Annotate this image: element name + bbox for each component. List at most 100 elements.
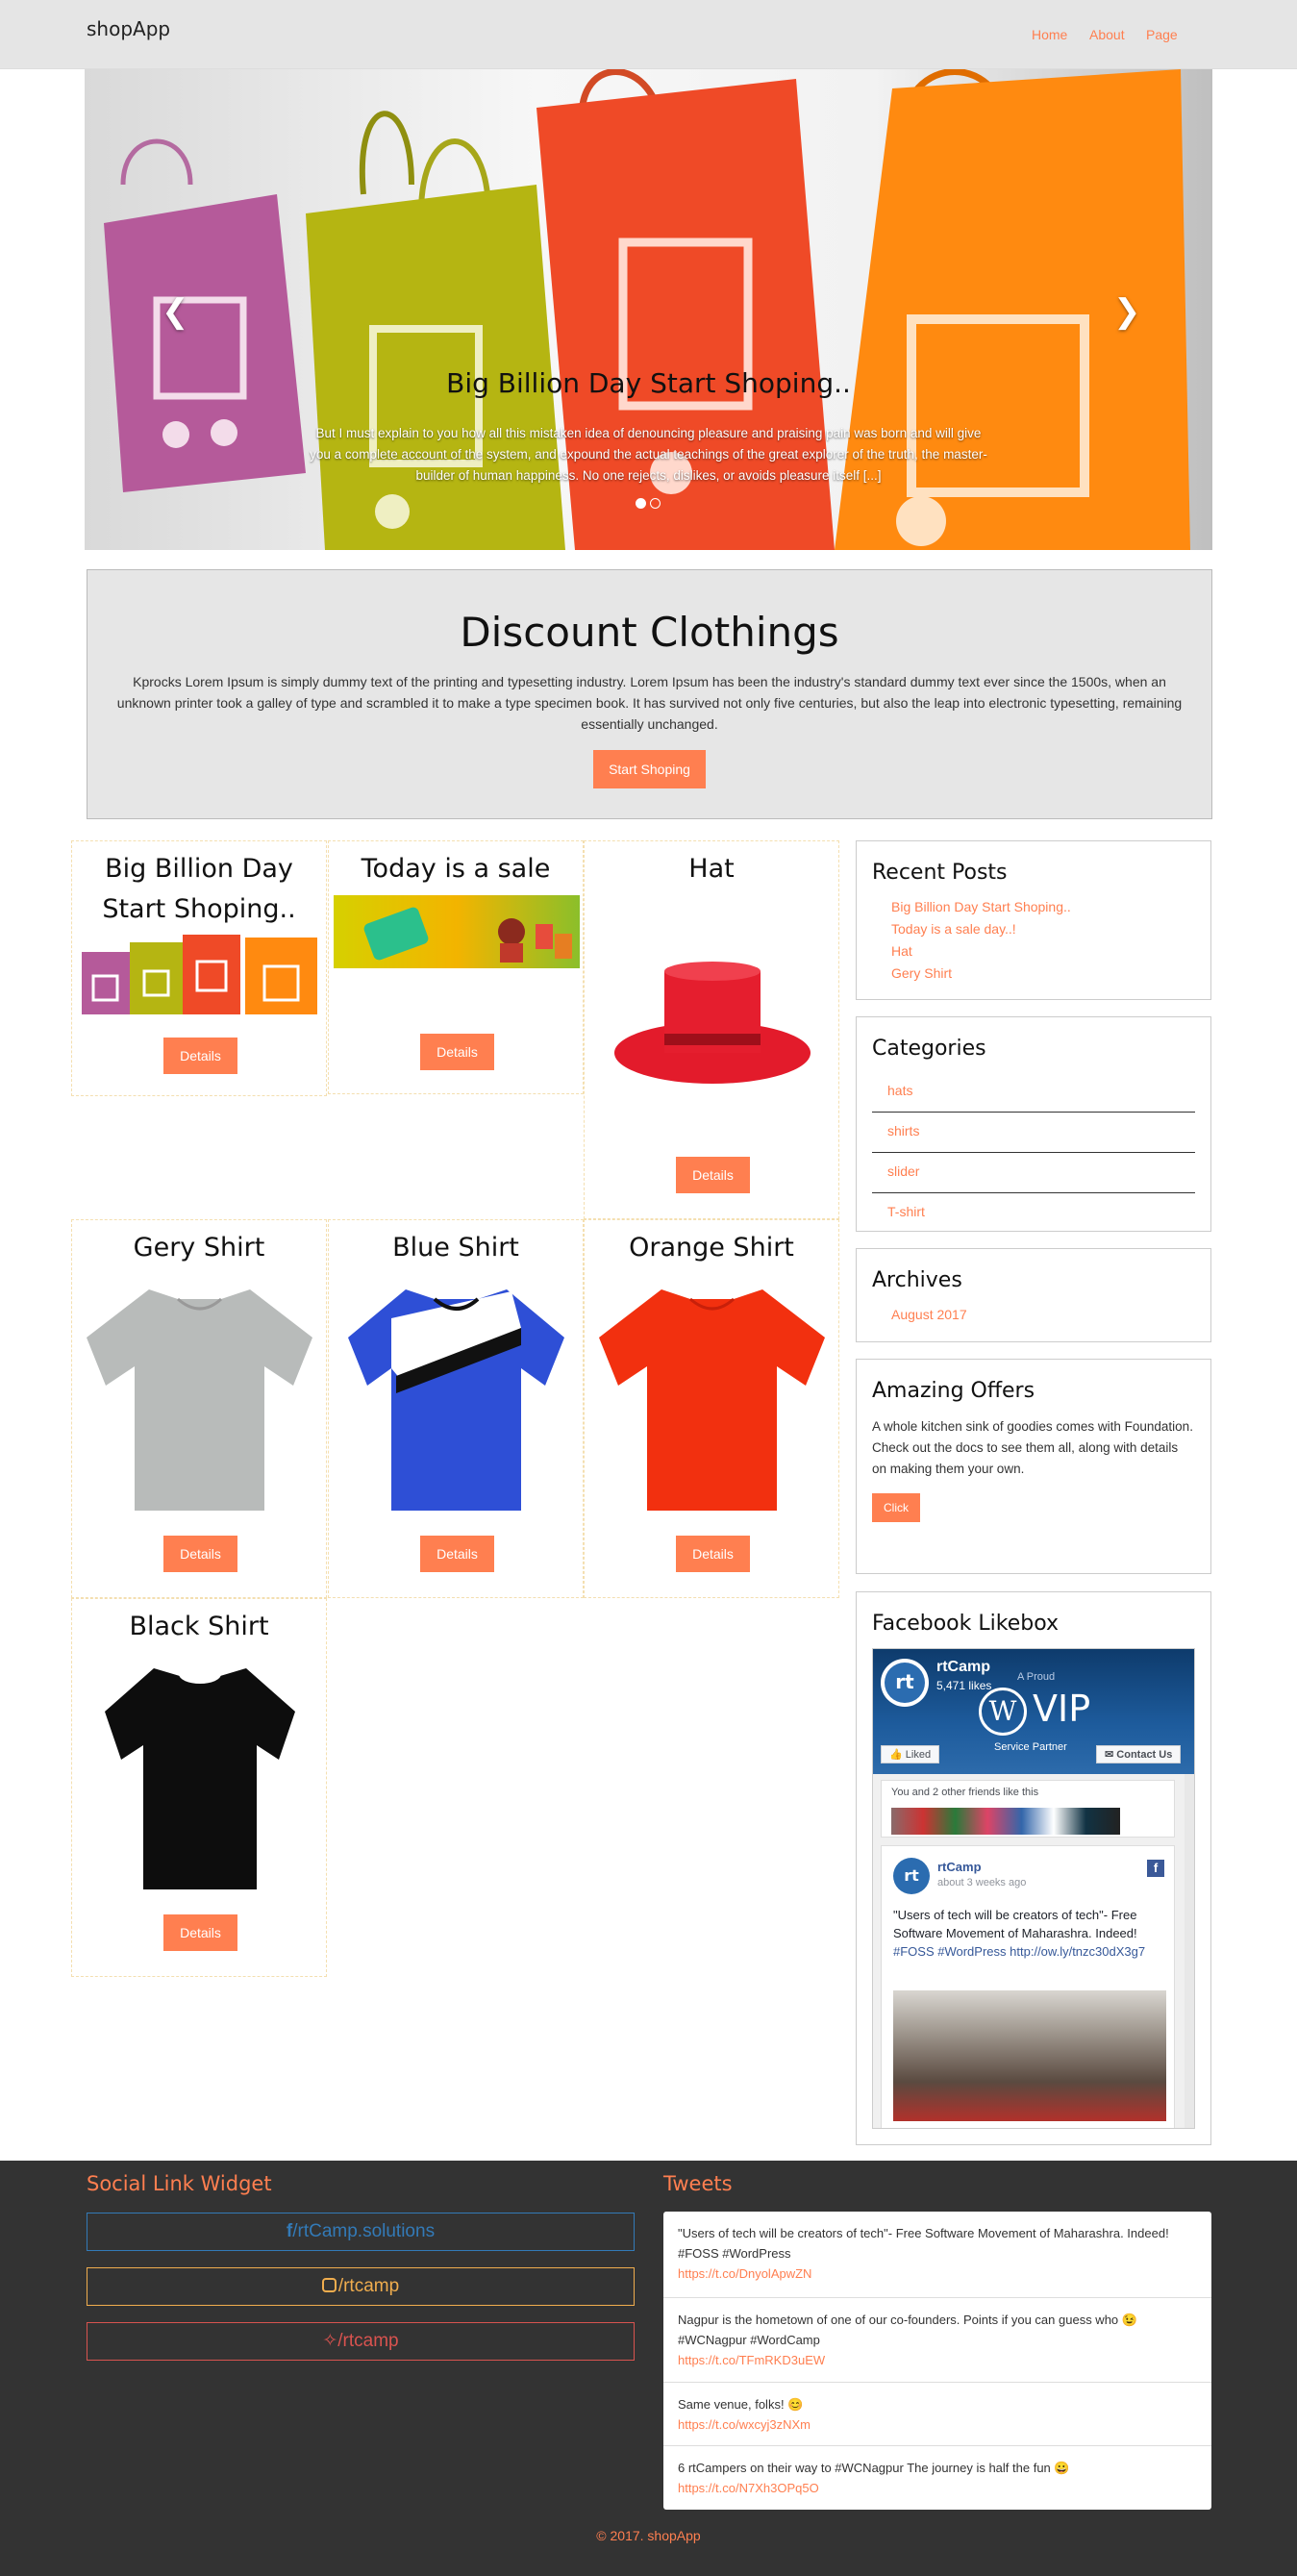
product-image: [105, 1664, 295, 1889]
post-text: "Users of tech will be creators of tech"…: [893, 1908, 1146, 1959]
category-link[interactable]: slider: [872, 1153, 1195, 1193]
widget-title: Recent Posts: [872, 861, 1008, 885]
product-title: Black Shirt: [129, 1612, 269, 1641]
hero-carousel: ❮ ❯ Big Billion Day Start Shoping.. But …: [85, 69, 1212, 550]
carousel-caption-text: But I must explain to you how all this m…: [310, 426, 987, 483]
details-button[interactable]: Details: [163, 1038, 237, 1074]
chevron-right-icon[interactable]: ❯: [1113, 292, 1141, 331]
product-image: [82, 935, 317, 1014]
tweet-text: Nagpur is the hometown of one of our co-…: [678, 2313, 1137, 2347]
recent-post-link[interactable]: Big Billion Day Start Shoping..: [891, 896, 1195, 918]
facebook-post: rt rtCamp about 3 weeks ago f "Users of …: [881, 1845, 1175, 2128]
tweet-item: 6 rtCampers on their way to #WCNagpur Th…: [663, 2446, 1211, 2510]
product-image: [87, 1289, 312, 1511]
liked-button[interactable]: 👍 Liked: [881, 1745, 940, 1763]
product-card: Today is a sale day..! Details: [328, 840, 584, 1094]
category-link[interactable]: shirts: [872, 1113, 1195, 1153]
category-link[interactable]: hats: [872, 1072, 1195, 1113]
feed-scrollbar[interactable]: [1185, 1774, 1194, 2128]
details-button[interactable]: Details: [676, 1157, 750, 1193]
facebook-likes: 5,471 likes: [936, 1679, 992, 1692]
nav-page[interactable]: Page: [1146, 27, 1178, 42]
post-time[interactable]: about 3 weeks ago: [937, 1877, 1026, 1888]
twitter-social-link[interactable]: ✧/rtcamp: [87, 2322, 635, 2361]
product-card: Orange Shirt Details: [584, 1219, 839, 1598]
cover-big-text: VIP: [1033, 1688, 1091, 1730]
tweet-item: Same venue, folks! 😊 https://t.co/wxcyj3…: [663, 2383, 1211, 2446]
tweet-link[interactable]: https://t.co/DnyolApwZN: [678, 2263, 1197, 2284]
tweet-link[interactable]: https://t.co/wxcyj3zNXm: [678, 2414, 1197, 2435]
chevron-left-icon[interactable]: ❮: [162, 292, 189, 331]
copyright: © 2017. shopApp: [596, 2528, 701, 2543]
facebook-icon: f: [1147, 1860, 1164, 1877]
social-widget-title: Social Link Widget: [87, 2172, 272, 2195]
product-image: [334, 895, 580, 968]
navbar: shopApp Home About Page: [0, 0, 1297, 69]
facebook-feed[interactable]: You and 2 other friends like this rt rtC…: [873, 1774, 1194, 2128]
product-title: Hat: [688, 854, 735, 884]
product-card: Big Billion Day Start Shoping.. Details: [71, 840, 327, 1096]
product-card: Hat Details: [584, 840, 839, 1219]
tweet-text: Same venue, folks! 😊: [678, 2397, 804, 2412]
post-author[interactable]: rtCamp: [937, 1860, 982, 1874]
details-button[interactable]: Details: [163, 1914, 237, 1951]
details-button[interactable]: Details: [420, 1536, 494, 1572]
nav-about[interactable]: About: [1089, 27, 1125, 42]
facebook-page-name[interactable]: rtCamp: [936, 1659, 990, 1676]
click-button[interactable]: Click: [872, 1493, 920, 1522]
details-button[interactable]: Details: [676, 1536, 750, 1572]
recent-post-link[interactable]: Hat: [891, 940, 1195, 963]
brand-logo[interactable]: shopApp: [87, 17, 170, 40]
archive-link[interactable]: August 2017: [891, 1304, 1195, 1326]
tweet-text: "Users of tech will be creators of tech"…: [678, 2226, 1169, 2261]
wordpress-logo-icon: W: [979, 1688, 1027, 1736]
tweet-text: 6 rtCampers on their way to #WCNagpur Th…: [678, 2461, 1070, 2475]
product-image: [348, 1289, 564, 1511]
details-button[interactable]: Details: [420, 1034, 494, 1070]
facebook-embed: rt rtCamp 5,471 likes A Proud W VIP Serv…: [872, 1648, 1195, 2129]
instagram-social-link[interactable]: /rtcamp: [87, 2267, 635, 2306]
widget-title: Archives: [872, 1268, 962, 1292]
tweet-item: "Users of tech will be creators of tech"…: [663, 2212, 1211, 2298]
tweets-title: Tweets: [663, 2172, 733, 2195]
product-image: [614, 962, 811, 1084]
post-image: [893, 1990, 1166, 2121]
friends-like-text: You and 2 other friends like this: [891, 1787, 1039, 1798]
start-shopping-button[interactable]: Start Shoping: [593, 750, 706, 788]
contact-us-button[interactable]: ✉ Contact Us: [1096, 1745, 1182, 1763]
tweet-link[interactable]: https://t.co/N7Xh3OPq5O: [678, 2478, 1197, 2498]
product-title: Blue Shirt: [392, 1233, 519, 1263]
cover-sub-text: Service Partner: [994, 1741, 1067, 1753]
product-title: Big Billion Day Start Shoping..: [102, 854, 296, 924]
product-title: Gery Shirt: [133, 1233, 265, 1263]
facebook-social-link[interactable]: f/rtCamp.solutions: [87, 2213, 635, 2251]
category-link[interactable]: T-shirt: [872, 1193, 1195, 1233]
categories-widget: Categories hats shirts slider T-shirt: [856, 1016, 1211, 1232]
details-button[interactable]: Details: [163, 1536, 237, 1572]
rtcamp-logo-icon: rt: [881, 1659, 929, 1707]
nav-home[interactable]: Home: [1032, 27, 1067, 42]
twitter-icon: ✧: [322, 2331, 338, 2351]
amazing-offers-widget: Amazing Offers A whole kitchen sink of g…: [856, 1359, 1211, 1574]
jumbotron-text: Kprocks Lorem Ipsum is simply dummy text…: [116, 674, 1183, 732]
tweets-list: "Users of tech will be creators of tech"…: [663, 2212, 1211, 2510]
friend-avatars: [891, 1808, 1120, 1835]
product-card: Black Shirt Details: [71, 1598, 327, 1977]
product-title: Orange Shirt: [629, 1233, 794, 1263]
tweet-link[interactable]: https://t.co/TFmRKD3uEW: [678, 2350, 1197, 2370]
cover-small-text: A Proud: [1017, 1671, 1056, 1683]
product-image: [599, 1289, 825, 1511]
product-card: Blue Shirt Details: [328, 1219, 584, 1598]
footer: Social Link Widget f/rtCamp.solutions /r…: [0, 2161, 1297, 2576]
carousel-caption-title: Big Billion Day Start Shoping..: [446, 367, 851, 399]
product-card: Gery Shirt Details: [71, 1219, 327, 1598]
widget-title: Amazing Offers: [872, 1379, 1035, 1403]
carousel-indicator-1[interactable]: [636, 498, 646, 509]
recent-post-link[interactable]: Today is a sale day..!: [891, 918, 1195, 940]
recent-post-link[interactable]: Gery Shirt: [891, 963, 1195, 985]
friends-like-box: You and 2 other friends like this: [881, 1780, 1175, 1838]
discount-jumbotron: Discount Clothings Kprocks Lorem Ipsum i…: [87, 569, 1212, 819]
carousel-indicator-2[interactable]: [650, 498, 661, 509]
tweet-item: Nagpur is the hometown of one of our co-…: [663, 2298, 1211, 2383]
offers-text: A whole kitchen sink of goodies comes wi…: [872, 1419, 1193, 1476]
